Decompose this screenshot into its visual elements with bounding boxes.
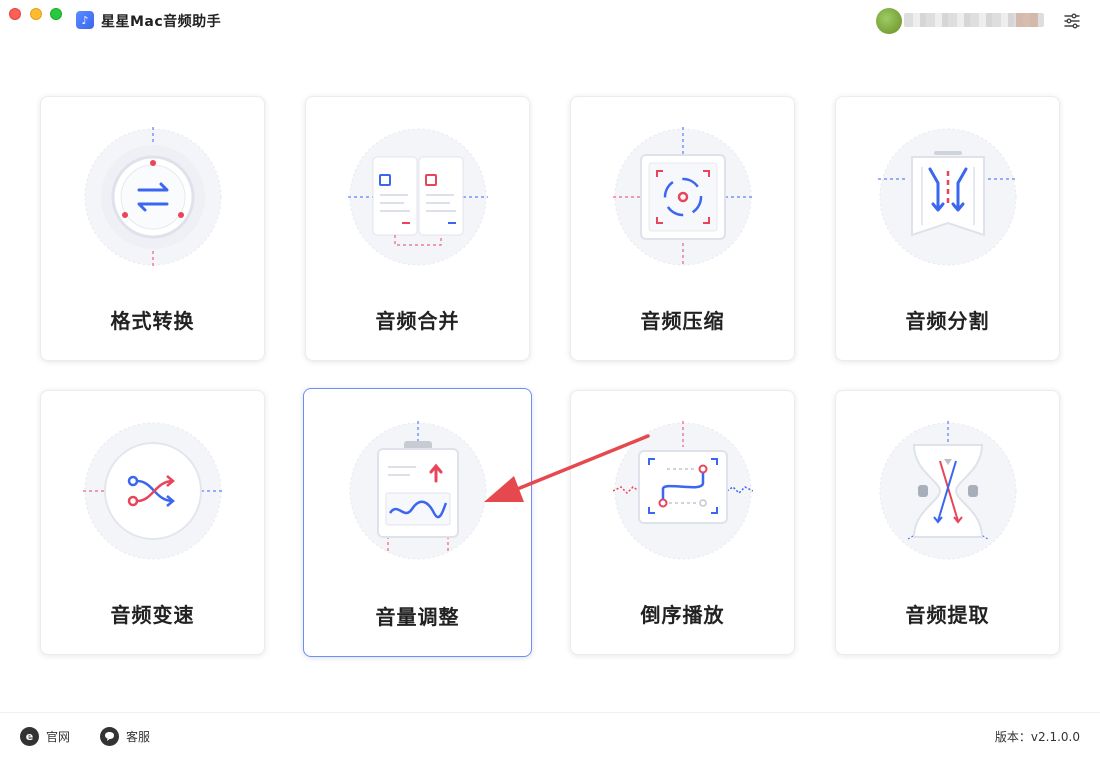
support-link[interactable]: 客服 bbox=[100, 727, 150, 746]
reverse-play-icon bbox=[613, 421, 753, 560]
tool-label: 音频压缩 bbox=[640, 309, 725, 333]
tool-label: 音频变速 bbox=[110, 603, 195, 627]
format-convert-icon bbox=[84, 127, 222, 267]
tool-card-audio-extract[interactable]: 音频提取 bbox=[835, 390, 1060, 655]
tool-label: 倒序播放 bbox=[640, 603, 725, 627]
tool-card-audio-speed[interactable]: 音频变速 bbox=[40, 390, 265, 655]
minimize-window-button[interactable] bbox=[30, 8, 42, 20]
tool-label: 格式转换 bbox=[110, 309, 195, 333]
tool-label: 音频分割 bbox=[905, 309, 990, 333]
tool-label: 音频提取 bbox=[905, 603, 990, 627]
sliders-icon[interactable] bbox=[1063, 12, 1081, 30]
tool-label: 音量调整 bbox=[375, 605, 460, 629]
audio-merge-icon bbox=[348, 128, 488, 266]
tool-card-volume-adjust[interactable]: 音量调整 bbox=[303, 388, 532, 657]
audio-extract-icon bbox=[879, 421, 1017, 560]
browser-icon: e bbox=[20, 727, 39, 746]
username-blurred bbox=[904, 13, 1044, 27]
support-label: 客服 bbox=[126, 730, 151, 744]
title-bar: ♪ 星星Mac音频助手 bbox=[0, 0, 1100, 40]
version-text: 版本：v2.1.0.0 bbox=[994, 730, 1080, 744]
volume-adjust-icon bbox=[349, 421, 487, 560]
footer-divider bbox=[0, 712, 1100, 713]
app-logo-icon: ♪ bbox=[76, 11, 94, 29]
maximize-window-button[interactable] bbox=[50, 8, 62, 20]
close-window-button[interactable] bbox=[9, 8, 21, 20]
audio-speed-icon bbox=[83, 422, 223, 560]
website-label: 官网 bbox=[46, 730, 71, 744]
tool-card-audio-merge[interactable]: 音频合并 bbox=[305, 96, 530, 361]
audio-split-icon bbox=[878, 128, 1018, 266]
user-avatar[interactable] bbox=[876, 8, 902, 34]
tool-card-reverse-play[interactable]: 倒序播放 bbox=[570, 390, 795, 655]
tool-card-audio-split[interactable]: 音频分割 bbox=[835, 96, 1060, 361]
tool-label: 音频合并 bbox=[375, 309, 460, 333]
website-link[interactable]: e 官网 bbox=[20, 727, 70, 746]
tool-card-audio-compress[interactable]: 音频压缩 bbox=[570, 96, 795, 361]
app-title: 星星Mac音频助手 bbox=[101, 14, 222, 30]
audio-compress-icon bbox=[613, 127, 753, 267]
chat-bubble-icon bbox=[100, 727, 119, 746]
tool-card-format-convert[interactable]: 格式转换 bbox=[40, 96, 265, 361]
